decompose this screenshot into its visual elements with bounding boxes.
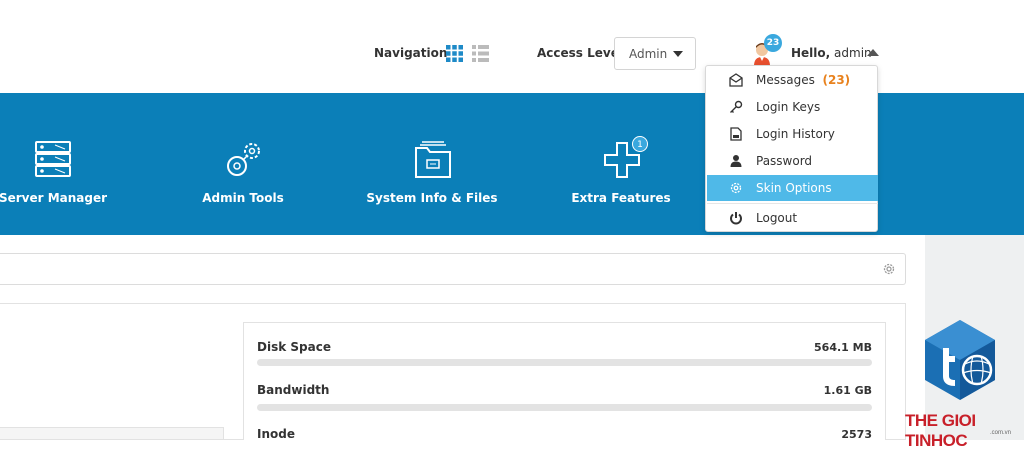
key-icon bbox=[730, 100, 743, 113]
menu-item-label: Login Keys bbox=[756, 100, 821, 114]
menu-item-login-keys[interactable]: Login Keys bbox=[707, 94, 878, 120]
extra-features-badge: 1 bbox=[632, 136, 648, 152]
navigation-label: Navigation bbox=[374, 46, 448, 60]
notification-badge: 23 bbox=[764, 34, 782, 52]
menu-item-label: Logout bbox=[756, 211, 798, 225]
user-greeting[interactable]: Hello, admin bbox=[791, 46, 872, 60]
stat-name: Inode bbox=[257, 427, 295, 441]
menu-item-password[interactable]: Password bbox=[707, 148, 878, 174]
access-level-label: Access Level bbox=[537, 46, 623, 60]
disk-space-bar bbox=[257, 359, 872, 366]
tile-label: System Info & Files bbox=[366, 191, 498, 205]
menu-item-label: Login History bbox=[756, 127, 835, 141]
stat-value: 564.1 MB bbox=[814, 341, 872, 354]
menu-item-label: Skin Options bbox=[756, 181, 832, 195]
stat-value: 2573 bbox=[841, 428, 872, 441]
menu-item-label: Password bbox=[756, 154, 813, 168]
access-level-select[interactable]: Admin bbox=[614, 37, 696, 70]
user-icon bbox=[730, 155, 742, 167]
stat-value: 1.61 GB bbox=[823, 384, 872, 397]
server-icon bbox=[35, 141, 71, 177]
caret-down-icon bbox=[673, 51, 683, 57]
tile-label: Admin Tools bbox=[202, 191, 284, 205]
settings-gear-icon[interactable] bbox=[882, 262, 896, 276]
access-level-value: Admin bbox=[629, 47, 668, 61]
history-icon bbox=[730, 127, 742, 141]
power-icon bbox=[730, 212, 742, 225]
bandwidth-bar bbox=[257, 404, 872, 411]
menu-item-skin-options[interactable]: Skin Options bbox=[707, 175, 878, 201]
tile-label: Server Manager bbox=[0, 191, 108, 205]
tile-label: Extra Features bbox=[571, 191, 671, 205]
stat-name: Disk Space bbox=[257, 340, 331, 354]
caret-up-icon[interactable] bbox=[867, 49, 879, 56]
user-menu-dropdown: Messages (23) Login Keys Login History P… bbox=[705, 65, 878, 232]
username: admin bbox=[834, 46, 872, 60]
left-subpanel bbox=[0, 427, 224, 440]
menu-item-login-history[interactable]: Login History bbox=[707, 121, 878, 147]
folder-icon bbox=[415, 141, 451, 178]
watermark-subtext: .com.vn bbox=[990, 430, 1012, 436]
list-view-icon[interactable] bbox=[472, 45, 489, 62]
menu-divider bbox=[707, 203, 878, 204]
menu-item-label: Messages bbox=[756, 73, 815, 87]
envelope-icon bbox=[729, 73, 743, 87]
search-input[interactable] bbox=[0, 253, 906, 285]
gears-icon bbox=[227, 143, 260, 176]
menu-item-messages[interactable]: Messages (23) bbox=[707, 67, 878, 93]
gear-icon bbox=[730, 182, 742, 194]
hello-prefix: Hello, bbox=[791, 46, 831, 60]
menu-item-logout[interactable]: Logout bbox=[707, 205, 878, 231]
stat-name: Bandwidth bbox=[257, 383, 330, 397]
grid-view-icon[interactable] bbox=[446, 45, 463, 62]
resource-usage-panel bbox=[243, 322, 886, 440]
messages-count: (23) bbox=[822, 73, 851, 87]
